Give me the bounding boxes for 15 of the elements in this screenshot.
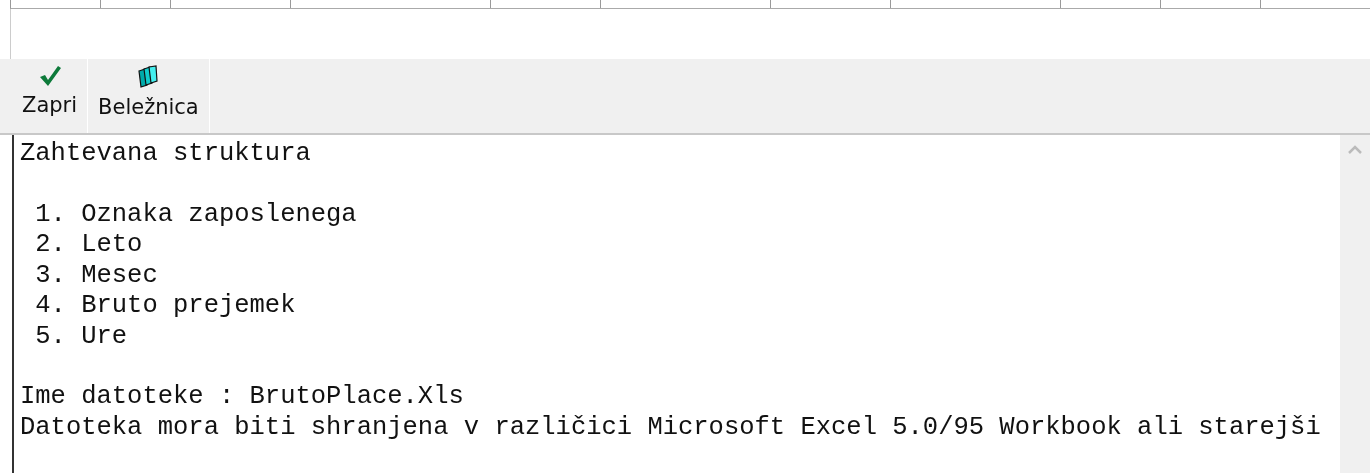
- close-button[interactable]: Zapri: [12, 59, 89, 133]
- text-line: 5. Ure: [34, 321, 128, 352]
- text-area[interactable]: Zahtevana struktura 1. Oznaka zaposlenega 2. Leto 3. Mesec 4. Bruto prejemek 5. Ure Ime datoteke : BrutoPlace.Xls Datoteka mora biti shranjena v različici Microsoft Excel 5.0/95 Workbook ali starejši: [12, 135, 1370, 473]
- notebook-icon: [137, 65, 160, 89]
- check-icon: [37, 65, 62, 87]
- text-line: 4. Bruto prejemek: [34, 291, 296, 322]
- scrollbar[interactable]: [1340, 135, 1370, 473]
- text-line: 1. Oznaka zaposlenega: [34, 199, 357, 230]
- notebook-button[interactable]: Beležnica: [88, 59, 210, 133]
- text-line: Datoteka mora biti shranjena v različici Microsoft Excel 5.0/95 Workbook ali starejši: [20, 412, 1321, 443]
- text-line: 2. Leto: [34, 230, 143, 261]
- text-line: Ime datoteke : BrutoPlace.Xls: [20, 382, 464, 413]
- scroll-up-icon[interactable]: [1348, 145, 1362, 154]
- text-line: 3. Mesec: [34, 260, 158, 291]
- text-line: Zahtevana struktura: [20, 139, 311, 170]
